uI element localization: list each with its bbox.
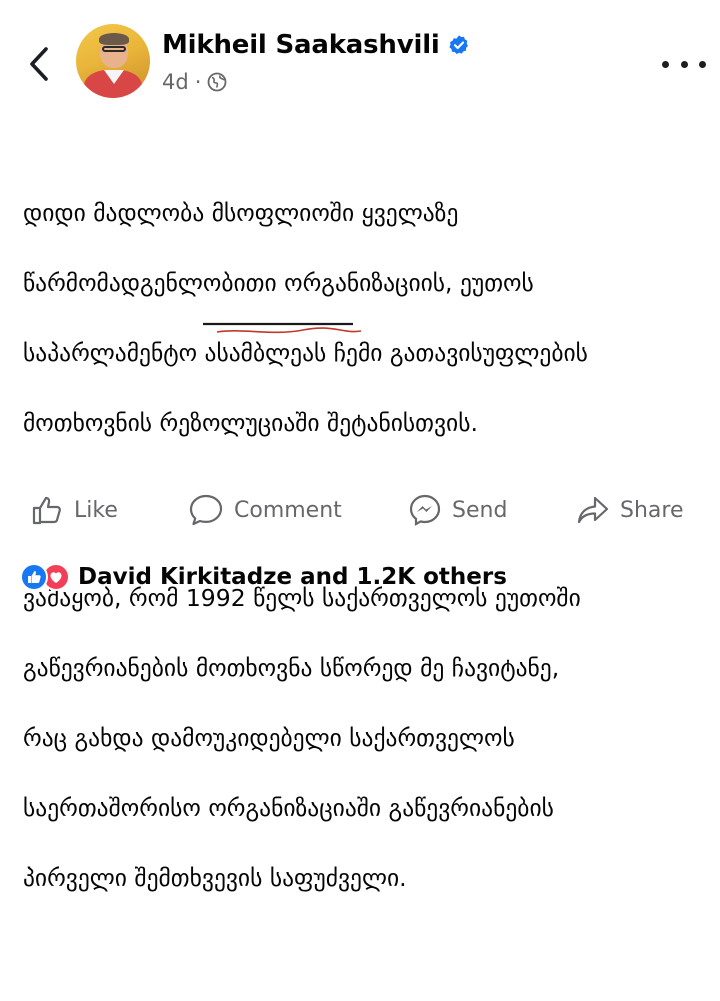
messenger-icon — [409, 494, 441, 526]
post-line: წარმომადგენლობითი ორგანიზაციის, ეუთოს — [23, 269, 534, 297]
more-dot — [662, 60, 669, 68]
more-options-button[interactable] — [662, 52, 706, 76]
post-line: რაც გახდა დამოუკიდებელი საქართველოს — [23, 724, 515, 752]
share-label: Share — [620, 497, 684, 523]
verified-badge-icon — [448, 34, 470, 56]
post-line: პირველი შემთხვევის საფუძველი. — [23, 864, 407, 892]
post-line: საერთაშორისო ორგანიზაციაში გაწევრიანების — [23, 794, 554, 822]
post-line: საპარლამენტო ასამბლეას ჩემი გათავისუფლებ… — [23, 339, 588, 367]
send-button[interactable]: Send — [408, 486, 507, 534]
author-row: Mikheil Saakashvili — [162, 30, 470, 60]
like-reaction-icon — [20, 563, 48, 591]
post-time[interactable]: 4d — [162, 70, 189, 94]
like-label: Like — [74, 497, 118, 523]
post-line: დიდი მადლობა მსოფლიოში ყველაზე — [23, 199, 459, 227]
comment-button[interactable]: Comment — [188, 486, 342, 534]
back-button[interactable] — [24, 44, 54, 84]
reactions-text: David Kirkitadze and 1.2K others — [78, 564, 507, 590]
send-label: Send — [452, 497, 508, 523]
globe-icon — [207, 72, 227, 92]
post-line: გაწევრიანების მოთხოვნა სწორედ მე ჩავიტან… — [23, 654, 560, 682]
avatar-hair — [99, 33, 129, 45]
share-button[interactable]: Share — [576, 486, 684, 534]
thumbs-up-icon — [32, 496, 61, 525]
reactions-summary[interactable]: David Kirkitadze and 1.2K others — [20, 560, 507, 594]
avatar-glasses — [102, 46, 126, 52]
like-button[interactable]: Like — [30, 486, 118, 534]
more-dot — [699, 60, 706, 68]
author-avatar[interactable] — [76, 24, 150, 98]
comment-icon — [189, 494, 223, 526]
share-icon — [577, 496, 609, 524]
action-bar: Like Comment Send Share — [0, 486, 720, 534]
comment-label: Comment — [234, 497, 342, 523]
post-paragraph: ვამაყობ, რომ 1992 წელს საქართველოს ეუთოშ… — [23, 546, 713, 931]
chevron-left-icon — [30, 47, 48, 81]
post-paragraph: დიდი მადლობა მსოფლიოში ყველაზე წარმომადგ… — [23, 161, 713, 476]
more-dot — [680, 60, 688, 68]
author-name[interactable]: Mikheil Saakashvili — [162, 30, 440, 60]
meta-separator: · — [194, 70, 202, 94]
post-line: მოთხოვნის რეზოლუციაში შეტანისთვის. — [23, 409, 478, 437]
post-meta: 4d · — [162, 70, 227, 94]
